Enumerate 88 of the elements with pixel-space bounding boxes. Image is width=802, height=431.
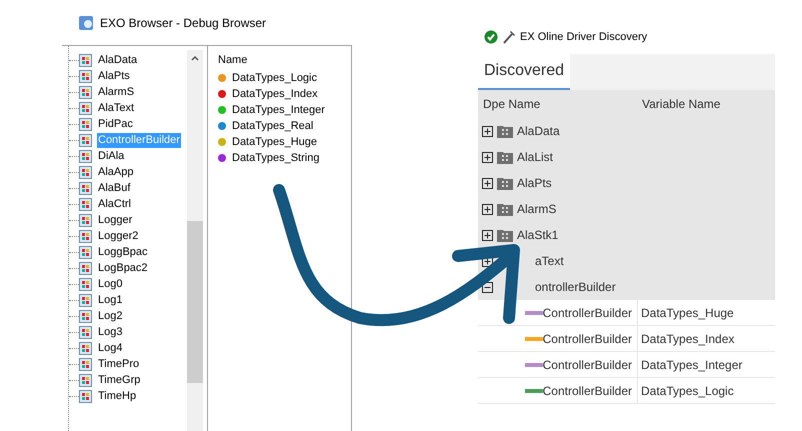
tree-item[interactable]: LogBpac2 xyxy=(97,260,149,276)
tree-item[interactable]: AlaPts xyxy=(517,174,552,192)
scrollbar[interactable] xyxy=(187,50,203,431)
tab[interactable]: Discovered xyxy=(478,54,570,90)
column-header[interactable]: Dpe Name xyxy=(478,95,642,113)
tree-item[interactable]: AlarmS xyxy=(97,84,136,100)
tree-item[interactable]: TimeGrp xyxy=(97,372,142,388)
tree-item[interactable]: PidPac xyxy=(97,116,134,132)
window-title: EX Oline Driver Discovery xyxy=(520,30,648,45)
grid-icon xyxy=(79,54,92,66)
tree-item[interactable]: Log4 xyxy=(97,340,124,356)
tree-item[interactable]: Log3 xyxy=(97,324,124,340)
table-cell-text: DataTypes_Integer xyxy=(640,356,742,374)
tree-item[interactable]: LoggBpac xyxy=(97,244,149,260)
grid-icon xyxy=(79,86,92,98)
tree-item[interactable]: AlaData xyxy=(97,52,138,68)
tree-item[interactable]: AlaStk1 xyxy=(517,226,558,244)
grid-icon xyxy=(79,342,92,354)
grid-icon xyxy=(79,166,92,178)
expand-icon[interactable] xyxy=(482,126,493,136)
column-header[interactable]: Name xyxy=(218,52,351,68)
table-cell-text: ControllerBuilder xyxy=(542,356,632,374)
grid-icon xyxy=(79,198,92,210)
grid-icon xyxy=(79,134,92,146)
folder-icon xyxy=(497,124,513,138)
table-cell-text: ControllerBuilder xyxy=(542,330,632,348)
list-item[interactable]: DataTypes_Logic xyxy=(232,70,317,86)
grid-icon xyxy=(79,246,92,258)
folder-icon xyxy=(497,176,513,190)
grid-icon xyxy=(79,278,92,290)
grid-icon xyxy=(79,150,92,162)
tree-item[interactable]: Logger xyxy=(97,212,134,228)
tree-item[interactable]: ontrollerBuilder xyxy=(535,278,616,296)
tree-item[interactable]: TimePro xyxy=(97,356,140,372)
grid-icon xyxy=(79,102,92,114)
tree-item[interactable]: DiAla xyxy=(97,148,126,164)
tree-item[interactable]: AlaApp xyxy=(97,164,134,180)
tree-item[interactable]: AlarmS xyxy=(517,200,556,218)
grid-icon xyxy=(79,310,92,322)
scrollbar-thumb[interactable] xyxy=(187,221,203,383)
folder-icon xyxy=(497,202,513,216)
tree-item[interactable]: Log1 xyxy=(97,292,124,308)
grid-icon xyxy=(79,374,92,386)
tree-item[interactable]: AlaPts xyxy=(97,68,131,84)
window-title: EXO Browser - Debug Browser xyxy=(100,14,266,32)
tree-item[interactable]: AlaCtrl xyxy=(97,196,132,212)
expand-icon[interactable] xyxy=(482,256,493,266)
tree-item[interactable]: Log2 xyxy=(97,308,124,324)
tree-item[interactable]: aText xyxy=(535,252,564,270)
grid-icon xyxy=(79,326,92,338)
collapse-icon[interactable] xyxy=(482,282,493,292)
folder-icon xyxy=(497,228,513,242)
tree-item[interactable]: AlaData xyxy=(517,122,560,140)
expand-icon[interactable] xyxy=(482,204,493,214)
table-cell-text: ControllerBuilder xyxy=(542,382,632,400)
list-item[interactable]: DataTypes_Real xyxy=(232,118,314,134)
list-item[interactable]: DataTypes_String xyxy=(232,150,320,166)
grid-icon xyxy=(79,214,92,226)
scroll-up-icon[interactable] xyxy=(191,55,199,61)
column-header[interactable]: Variable Name xyxy=(642,95,775,113)
list-item[interactable]: DataTypes_Integer xyxy=(232,102,325,118)
tree-item[interactable]: TimeHp xyxy=(97,388,138,404)
tree-item[interactable]: Logger2 xyxy=(97,228,140,244)
table-cell-text: ControllerBuilder xyxy=(542,304,632,322)
check-icon xyxy=(484,30,498,44)
tree-item[interactable]: AlaList xyxy=(517,148,554,166)
tree-item[interactable]: AlaBuf xyxy=(97,180,132,196)
expand-icon[interactable] xyxy=(482,152,493,162)
list-item[interactable]: DataTypes_Index xyxy=(232,86,318,102)
tree-item[interactable]: AlaText xyxy=(97,100,136,116)
grid-icon xyxy=(79,70,92,82)
grid-icon xyxy=(79,390,92,402)
table-cell-text: DataTypes_Huge xyxy=(640,304,734,322)
grid-icon xyxy=(79,294,92,306)
grid-icon xyxy=(79,230,92,242)
tree-item[interactable]: Log0 xyxy=(97,276,124,292)
grid-icon xyxy=(79,358,92,370)
expand-icon[interactable] xyxy=(482,178,493,188)
app-icon xyxy=(78,14,94,30)
grid-icon xyxy=(79,118,92,130)
hammer-icon xyxy=(502,30,516,44)
table-cell-text: DataTypes_Logic xyxy=(640,382,734,400)
folder-icon xyxy=(497,150,513,164)
grid-icon xyxy=(79,182,92,194)
list-item[interactable]: DataTypes_Huge xyxy=(232,134,317,150)
expand-icon[interactable] xyxy=(482,230,493,240)
table-cell-text: DataTypes_Index xyxy=(640,330,734,348)
grid-icon xyxy=(79,262,92,274)
